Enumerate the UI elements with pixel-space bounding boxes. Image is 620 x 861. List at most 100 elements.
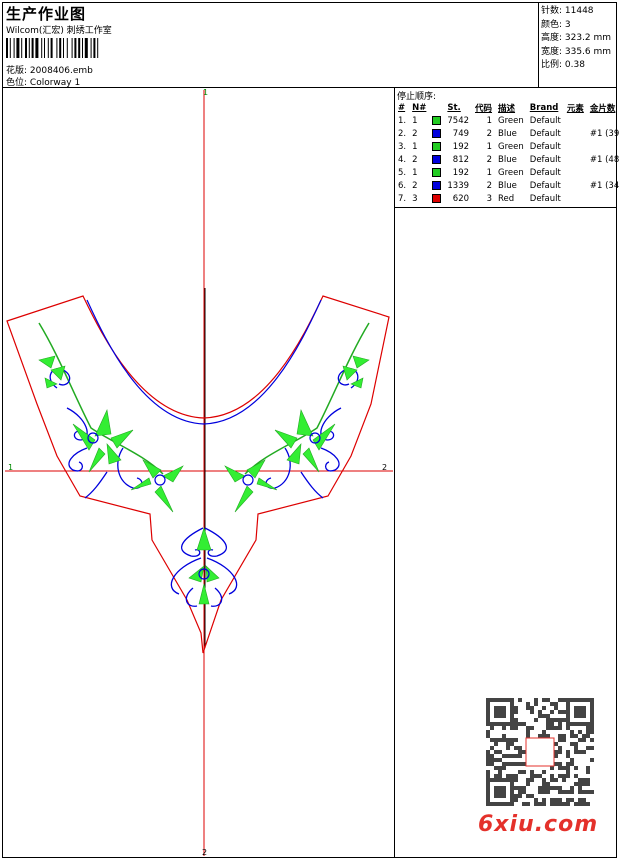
table-row: 1. 1 7542 1 Green Default — [395, 114, 620, 127]
table-row: 3. 1 192 1 Green Default — [395, 140, 620, 153]
thread-brand: Default — [529, 115, 561, 126]
table-row: 6. 2 1339 2 Blue Default #1 (34) — [395, 179, 620, 192]
column-header: St. — [447, 102, 461, 113]
color-code: 1 — [486, 141, 493, 152]
sequin-count: #1 (34) — [589, 180, 620, 191]
table-row: 2. 2 749 2 Blue Default #1 (39) — [395, 127, 620, 140]
color-swatch — [429, 114, 444, 127]
stop-sequence-table: # N# St. 代码 描述 Brand 元素 金片数 1. 1 7542 1 Gree… — [395, 101, 620, 205]
leaf-cluster-center — [188, 527, 220, 605]
column-header: 描述 — [498, 103, 516, 114]
element-cell — [564, 127, 587, 140]
page-title: 生产作业图 — [6, 5, 87, 23]
colorway-row: 色位: Colorway 1 — [6, 75, 80, 88]
element-cell — [564, 166, 587, 179]
table-row: 5. 1 192 1 Green Default — [395, 166, 620, 179]
stitch-count-cell: 620 — [452, 193, 470, 204]
leaf-cluster-right-low — [224, 459, 278, 513]
color-code: 1 — [486, 167, 493, 178]
barcode — [6, 38, 99, 58]
site-watermark-logo: 6xiu.com — [478, 812, 599, 837]
neckline-outline — [6, 295, 390, 654]
color-description: Green — [498, 141, 524, 152]
design-width: 宽度: 335.6 mm — [541, 46, 612, 57]
element-cell — [564, 153, 587, 166]
needle-number: 2 — [412, 180, 418, 191]
needle-number: 1 — [412, 115, 418, 126]
stitch-count-cell: 749 — [452, 128, 470, 139]
sequin-count — [587, 114, 620, 127]
stitch-count-cell: 192 — [452, 141, 470, 152]
thread-brand: Default — [529, 141, 561, 152]
element-cell — [564, 114, 587, 127]
design-height: 高度: 323.2 mm — [541, 33, 612, 43]
qr-code — [486, 698, 594, 806]
stop-index: 1. — [398, 115, 407, 126]
needle-number: 1 — [412, 167, 418, 178]
color-description: Blue — [498, 128, 517, 139]
color-description: Blue — [498, 180, 517, 191]
stitch-count-cell: 1339 — [447, 180, 470, 191]
column-header: 元素 — [566, 103, 584, 114]
stitch-count-cell: 812 — [452, 154, 470, 165]
color-code: 2 — [486, 128, 493, 139]
color-swatch — [429, 127, 444, 140]
color-code: 1 — [486, 115, 493, 126]
company-name: Wilcom(汇宏) 刺绣工作室 — [6, 26, 112, 36]
thread-color-swatch — [432, 193, 442, 203]
column-header — [429, 101, 444, 114]
color-swatch — [429, 166, 444, 179]
sequin-count: #1 (48) — [589, 154, 620, 165]
stop-index: 6. — [398, 180, 407, 191]
thread-brand: Default — [529, 128, 561, 139]
marker-left: 1 — [8, 463, 13, 472]
stop-index: 7. — [398, 193, 407, 204]
leaf-cluster-left-low — [130, 459, 184, 513]
color-description: Green — [498, 115, 524, 126]
stitch-count: 针数: 11448 — [541, 6, 594, 16]
table-header-row: # N# St. 代码 描述 Brand 元素 金片数 — [395, 101, 620, 114]
stop-index: 5. — [398, 167, 407, 178]
table-row: 7. 3 620 3 Red Default — [395, 192, 620, 205]
color-code: 3 — [486, 193, 493, 204]
color-code: 2 — [486, 180, 493, 191]
thread-color-swatch — [432, 115, 442, 125]
element-cell — [564, 192, 587, 205]
table-divider — [394, 207, 617, 208]
thread-brand: Default — [529, 167, 561, 178]
needle-number: 1 — [412, 141, 418, 152]
color-description: Green — [498, 167, 524, 178]
design-scale: 比例: 0.38 — [541, 60, 585, 70]
sequin-count — [587, 166, 620, 179]
design-stats: 针数: 11448 颜色: 3 高度: 323.2 mm 宽度: 335.6 m… — [541, 5, 611, 73]
stop-index: 2. — [398, 128, 407, 139]
colorway-label: 色位: — [6, 78, 28, 88]
stitch-count-cell: 192 — [452, 167, 470, 178]
thread-color-swatch — [432, 167, 442, 177]
stop-index: 4. — [398, 154, 407, 165]
marker-bottom: 2 — [202, 848, 207, 856]
sequin-count — [587, 140, 620, 153]
thread-brand: Default — [529, 193, 561, 204]
column-header: Brand — [529, 102, 559, 113]
color-swatch — [429, 140, 444, 153]
design-preview: 1 1 2 2 — [5, 88, 393, 856]
color-swatch — [429, 153, 444, 166]
needle-number: 3 — [412, 193, 418, 204]
column-header: # — [398, 102, 406, 113]
thread-color-swatch — [432, 154, 442, 164]
stitch-count-cell: 7542 — [447, 115, 470, 126]
column-header: N# — [412, 102, 427, 113]
colorway-name: Colorway 1 — [29, 78, 81, 88]
marker-right: 2 — [382, 463, 387, 472]
color-description: Blue — [498, 154, 517, 165]
sequin-count: #1 (39) — [589, 128, 620, 139]
thread-color-swatch — [432, 180, 442, 190]
sequin-count — [587, 192, 620, 205]
needle-number: 2 — [412, 128, 418, 139]
element-cell — [564, 179, 587, 192]
marker-top: 1 — [203, 88, 208, 97]
thread-color-swatch — [432, 141, 442, 151]
color-count: 颜色: 3 — [541, 19, 571, 30]
color-swatch — [429, 192, 444, 205]
